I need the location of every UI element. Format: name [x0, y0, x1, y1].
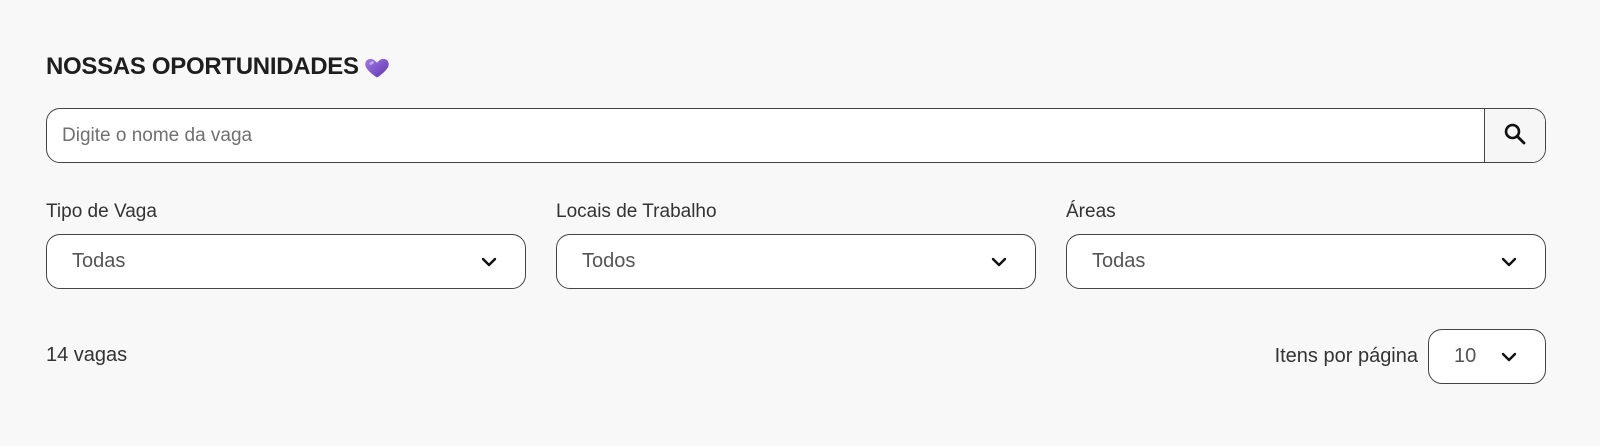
purple-heart-icon — [363, 53, 391, 81]
items-per-page-label: Itens por página — [1274, 345, 1418, 367]
search-bar — [46, 108, 1546, 163]
search-button[interactable] — [1484, 109, 1545, 162]
work-location-label: Locais de Trabalho — [556, 201, 717, 222]
work-location-value: Todos — [582, 250, 636, 272]
opportunities-page: NOSSAS OPORTUNIDADES Digite o nome da va… — [0, 0, 1600, 446]
job-type-select[interactable]: Todas — [46, 234, 526, 289]
areas-select[interactable]: Todas — [1066, 234, 1546, 289]
page-title: NOSSAS OPORTUNIDADES — [46, 53, 391, 81]
chevron-down-icon — [479, 252, 499, 272]
work-location-select[interactable]: Todos — [556, 234, 1036, 289]
page-title-text: NOSSAS OPORTUNIDADES — [46, 53, 359, 80]
chevron-down-icon — [1499, 252, 1519, 272]
job-type-filter: Tipo de Vaga Todas — [46, 200, 526, 289]
areas-filter: Áreas Todas — [1066, 200, 1546, 289]
results-count: 14 vagas — [46, 344, 128, 366]
items-per-page-select[interactable]: 10 — [1428, 329, 1546, 384]
work-location-filter: Locais de Trabalho Todos — [556, 200, 1036, 289]
areas-label: Áreas — [1066, 201, 1116, 222]
items-per-page: Itens por página 10 — [1275, 329, 1546, 384]
job-type-label: Tipo de Vaga — [46, 201, 157, 222]
areas-value: Todas — [1092, 250, 1146, 272]
search-icon — [1503, 122, 1527, 149]
search-input[interactable] — [47, 109, 1484, 162]
items-per-page-value: 10 — [1454, 345, 1477, 367]
chevron-down-icon — [1499, 347, 1519, 367]
chevron-down-icon — [989, 252, 1009, 272]
job-type-value: Todas — [72, 250, 126, 272]
